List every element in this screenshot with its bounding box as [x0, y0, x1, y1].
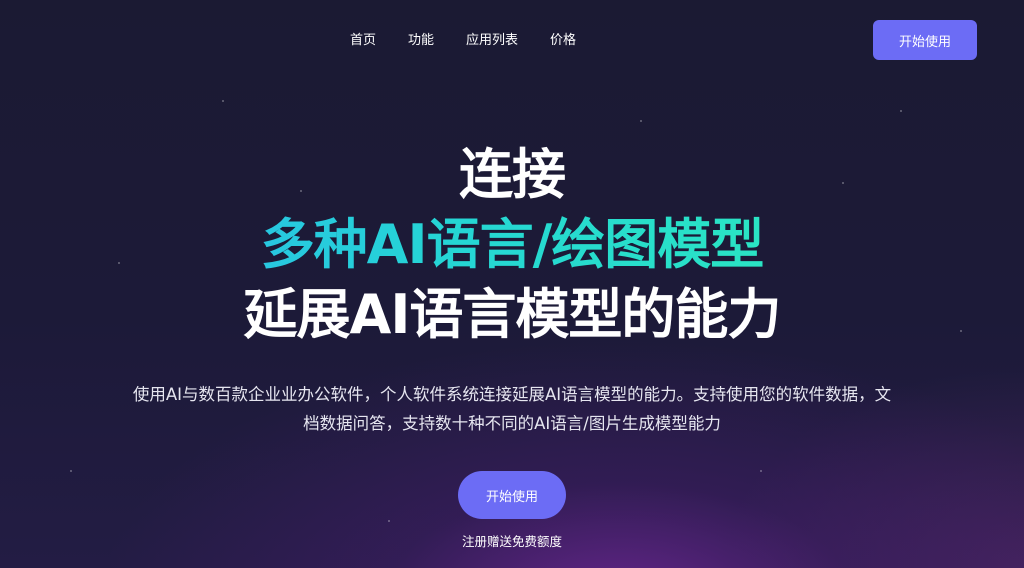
top-navbar: 首页 功能 应用列表 价格 开始使用 [0, 0, 1024, 82]
hero-headline: 连接 多种AI语言/绘图模型 延展AI语言模型的能力 [0, 140, 1024, 350]
hero-get-started-button[interactable]: 开始使用 [458, 471, 566, 519]
nav-item-pricing[interactable]: 价格 [550, 32, 576, 50]
headline-line-models: 多种AI语言/绘图模型 [0, 210, 1024, 280]
nav-get-started-button[interactable]: 开始使用 [873, 20, 977, 60]
headline-line-connect: 连接 [459, 143, 566, 206]
headline-line-extend: 延展AI语言模型的能力 [243, 283, 782, 346]
hero-subtitle: 使用AI与数百款企业业办公软件，个人软件系统连接延展AI语言模型的能力。支持使用… [132, 385, 892, 433]
free-credit-note: 注册赠送免费额度 [461, 534, 562, 549]
nav-item-features[interactable]: 功能 [408, 32, 434, 50]
nav-item-app-list[interactable]: 应用列表 [466, 32, 518, 50]
nav-menu: 首页 功能 应用列表 价格 [350, 32, 576, 50]
hero-section: 连接 多种AI语言/绘图模型 延展AI语言模型的能力 使用AI与数百款企业业办公… [0, 140, 1024, 550]
nav-item-home[interactable]: 首页 [350, 32, 376, 50]
